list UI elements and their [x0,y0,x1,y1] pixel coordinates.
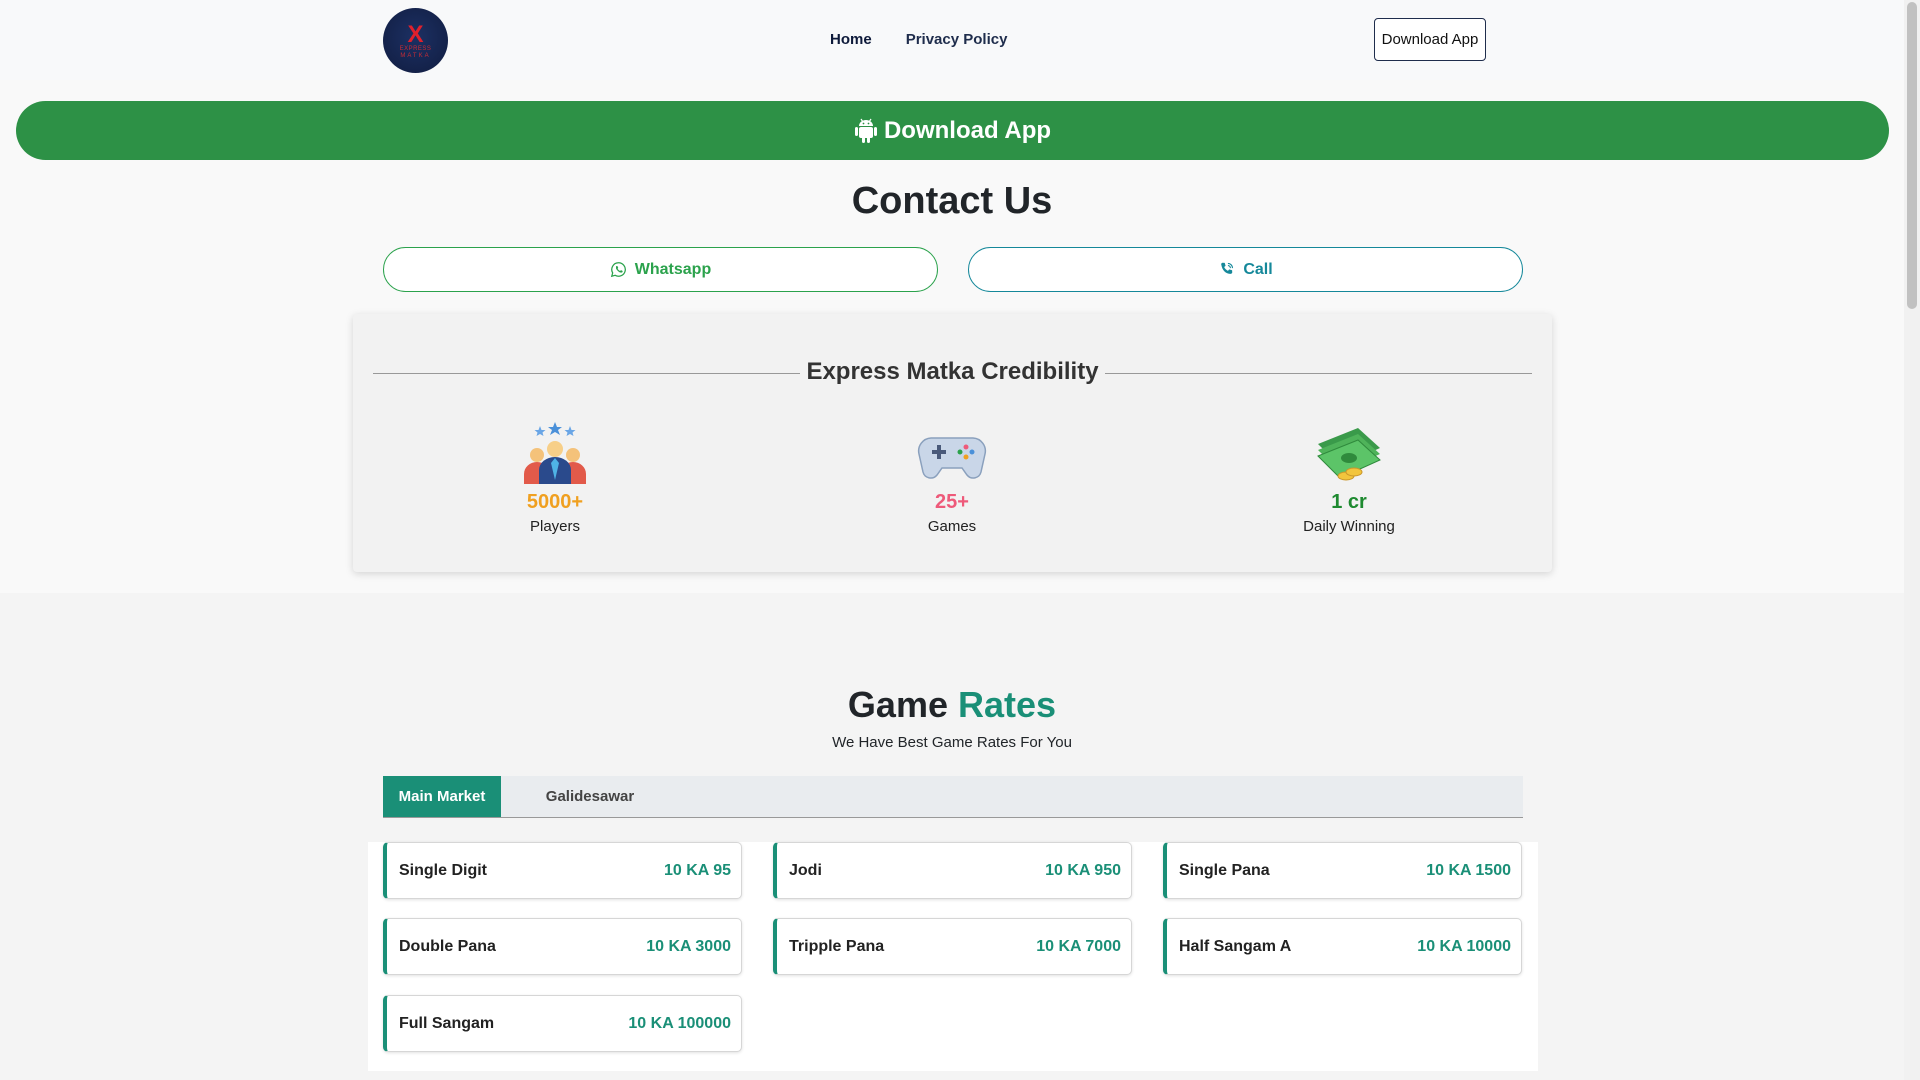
gamepad-icon [917,437,987,479]
stat-players-value: 5000+ [526,491,584,513]
logo-line1: EXPRESS [399,45,432,52]
logo-line2: MATKA [400,52,431,59]
phone-icon [1221,262,1234,274]
credibility-title: Express Matka Credibility [353,358,1552,386]
header-download-button[interactable]: Download App [1374,18,1486,61]
money-icon [1317,428,1381,481]
nav-home-link[interactable]: Home [830,31,872,48]
whatsapp-label: Whatsapp [634,260,712,278]
stat-players-label: Players [529,518,581,535]
market-tabs: Main Market Galidesawar [383,776,1523,818]
stat-winning: 1 cr Daily Winning [1249,422,1449,535]
game-rates-subtitle: We Have Best Game Rates For You [832,734,1072,751]
tab-galidesawar[interactable]: Galidesawar [531,776,649,817]
stat-players: 5000+ Players [455,422,655,535]
call-label: Call [1243,260,1273,278]
players-icon [524,422,586,484]
game-rates-title: Game Rates [847,684,1057,725]
rate-card: Single Digit 10 KA 95 [383,842,742,899]
rate-card: Double Pana 10 KA 3000 [383,918,742,975]
whatsapp-icon [610,262,626,278]
contact-title: Contact Us [851,180,1053,222]
stat-winning-label: Daily Winning [1303,518,1395,535]
nav-privacy-link[interactable]: Privacy Policy [906,31,1008,48]
site-header: X EXPRESS MATKA Home Privacy Policy Down… [0,0,1904,80]
whatsapp-button[interactable]: Whatsapp [383,247,938,292]
rate-card: Full Sangam 10 KA 100000 [383,995,742,1052]
stat-winning-value: 1 cr [1331,491,1367,513]
rate-card: Single Pana 10 KA 1500 [1163,842,1522,899]
page: X EXPRESS MATKA Home Privacy Policy Down… [0,0,1904,1080]
scrollbar-thumb[interactable] [1907,2,1917,309]
rate-card: Jodi 10 KA 950 [773,842,1132,899]
stat-games-value: 25+ [935,491,969,513]
download-app-banner-button[interactable]: Download App [16,101,1889,160]
main-nav: Home Privacy Policy [830,31,1007,48]
tab-main-market[interactable]: Main Market [383,776,501,817]
stat-games-label: Games [927,518,977,535]
rate-card: Tripple Pana 10 KA 7000 [773,918,1132,975]
brand-logo[interactable]: X EXPRESS MATKA [383,8,448,73]
rate-card: Half Sangam A 10 KA 10000 [1163,918,1522,975]
logo-mark: X [407,20,424,48]
call-button[interactable]: Call [968,247,1523,292]
credibility-card: Express Matka Credibility 5000+ Players [353,314,1552,572]
android-icon [854,118,877,143]
download-banner-label: Download App [883,116,1052,144]
page-scrollbar[interactable] [1904,0,1920,1080]
stat-games: 25+ Games [852,422,1052,535]
